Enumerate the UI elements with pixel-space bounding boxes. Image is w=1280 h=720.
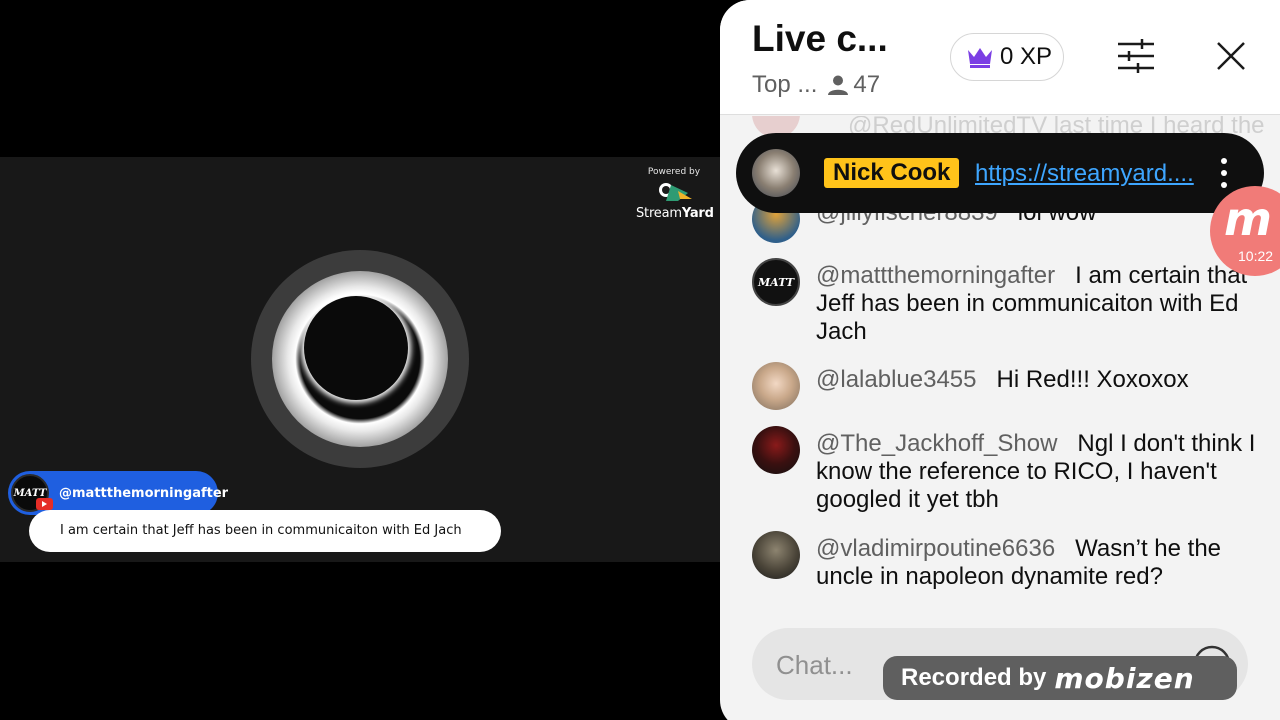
chat-header: Live c... Top ... 47 0 XP <box>720 0 1280 115</box>
filter-icon[interactable] <box>1116 38 1156 74</box>
avatar[interactable] <box>752 362 800 410</box>
viewer-count: 47 <box>853 71 881 98</box>
pinned-author: Nick Cook <box>824 158 960 188</box>
brand-prefix: Stream <box>636 206 682 221</box>
message-text: Hi Red!!! Xoxoxox <box>996 366 1189 393</box>
streamyard-watermark: Powered by StreamYard <box>636 167 714 221</box>
message-body: @mattthemorningafter I am certain that Je… <box>816 262 1256 346</box>
message-author[interactable]: @vladimirpoutine6636 <box>816 535 1055 562</box>
pinned-avatar <box>752 149 800 197</box>
message-body: @The_Jackhoff_Show Ngl I don't think I kn… <box>816 430 1256 514</box>
avatar[interactable] <box>752 426 800 474</box>
mobizen-badge-letter: m <box>1224 192 1272 246</box>
powered-by-label: Powered by <box>647 167 701 177</box>
pinned-message[interactable]: Nick Cook https://streamyard.... <box>736 133 1264 213</box>
chat-mode[interactable]: Top ... 47 <box>752 71 880 99</box>
pinned-link[interactable]: https://streamyard.... <box>975 160 1194 188</box>
message-author[interactable]: @mattthemorningafter <box>816 262 1055 289</box>
brand-suffix: Yard <box>681 206 714 221</box>
crown-icon <box>968 48 992 68</box>
xp-label: 0 XP <box>1000 43 1053 70</box>
streamyard-logo <box>659 183 692 201</box>
person-icon <box>828 75 849 95</box>
close-icon[interactable] <box>1215 40 1247 72</box>
eclipse-image <box>251 250 469 468</box>
avatar[interactable]: MATT <box>752 258 800 306</box>
live-chat-panel: @RedUnlimitedTV last time I heard the @j… <box>720 0 1280 720</box>
chat-mode-label[interactable]: Top ... <box>752 71 817 99</box>
message-author[interactable]: @The_Jackhoff_Show <box>816 430 1057 457</box>
youtube-icon <box>36 498 53 510</box>
xp-button[interactable]: 0 XP <box>950 33 1064 81</box>
chat-title[interactable]: Live c... <box>752 18 888 60</box>
message-body: @lalablue3455 Hi Red!!! Xoxoxox <box>816 366 1256 394</box>
message-body: @vladimirpoutine6636 Wasn’t he the uncle … <box>816 535 1256 591</box>
mobizen-brand: mobizen <box>1054 661 1195 695</box>
message-author[interactable]: @lalablue3455 <box>816 366 977 393</box>
streamyard-brand: StreamYard <box>636 206 714 221</box>
moon-disc <box>304 296 408 400</box>
recorded-by-watermark: Recorded by mobizen <box>883 656 1237 700</box>
chat-input-placeholder: Chat... <box>776 650 853 680</box>
recorded-label: Recorded by <box>901 664 1047 691</box>
video-player[interactable]: Powered by StreamYard MATT @mattthemorni… <box>0 157 720 562</box>
avatar[interactable] <box>752 531 800 579</box>
overlay-message: I am certain that Jeff has been in commu… <box>60 523 462 538</box>
overlay-username: @mattthemorningafter <box>59 486 229 501</box>
screen: Powered by StreamYard MATT @mattthemorni… <box>0 0 1280 720</box>
more-vert-icon[interactable] <box>1216 155 1232 191</box>
recording-timer: 10:22 <box>1238 248 1274 264</box>
